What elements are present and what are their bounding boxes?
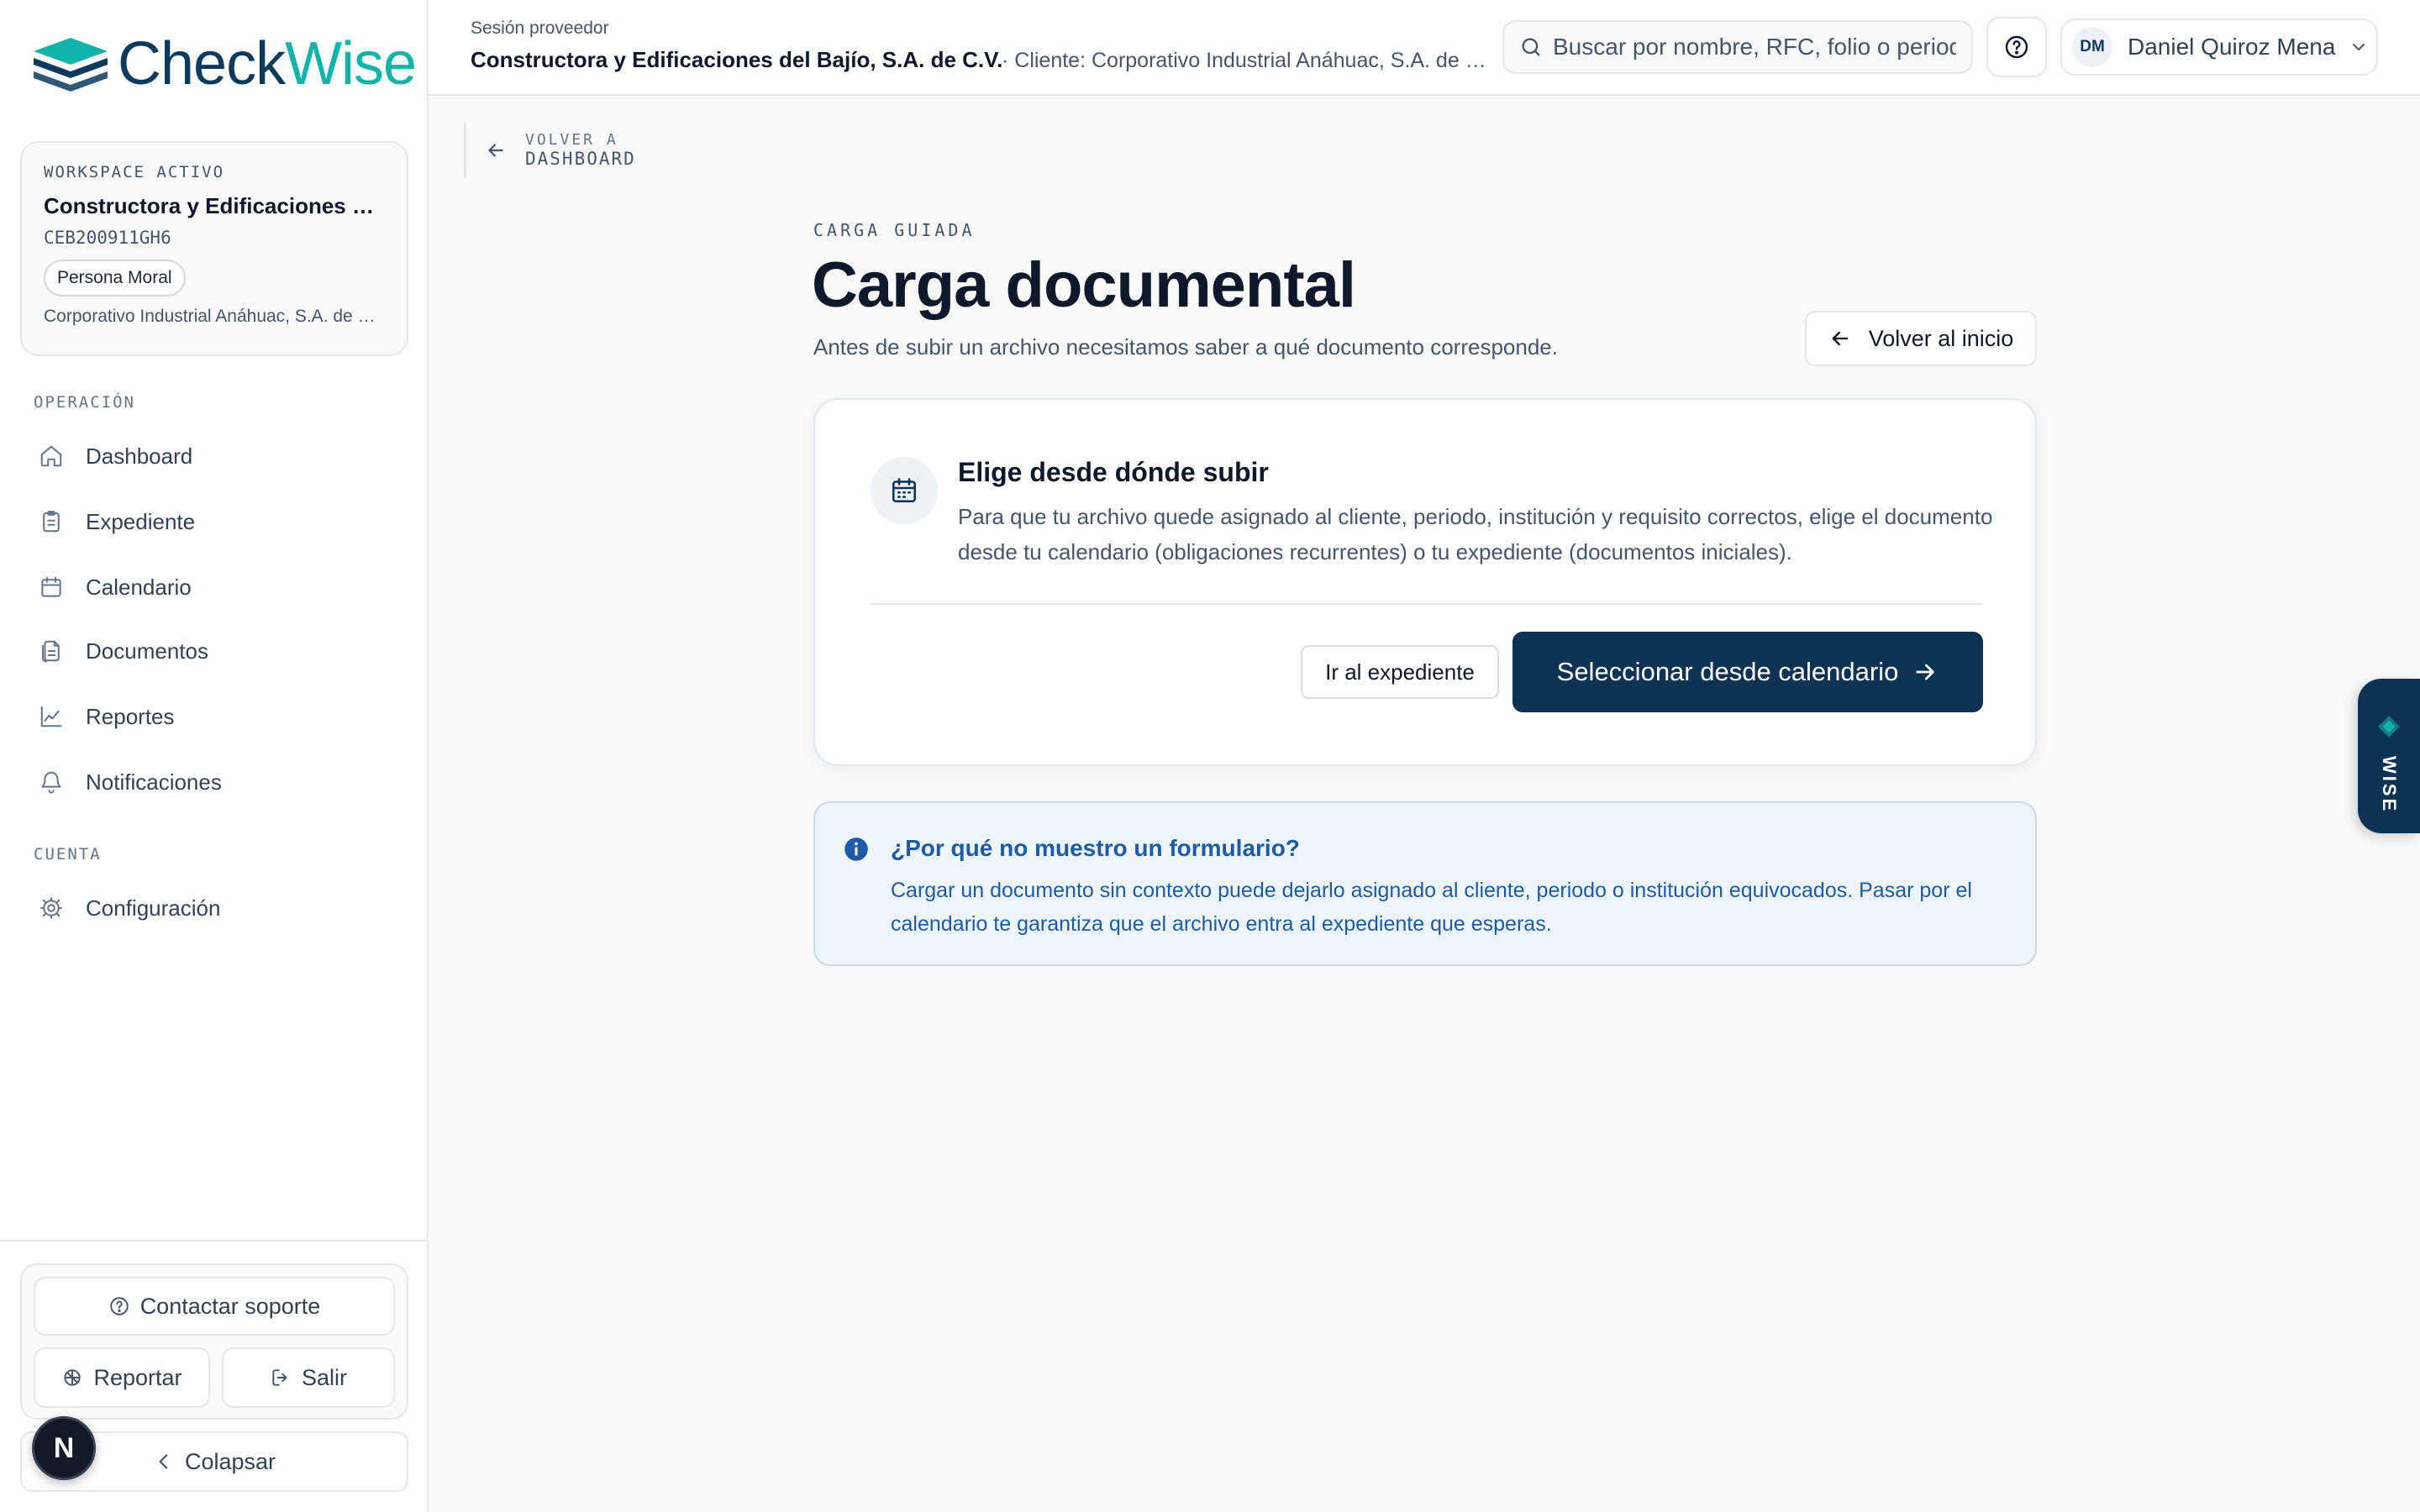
clipboard-icon xyxy=(43,511,60,533)
sidebar-item-label: Documentos xyxy=(86,638,208,664)
upload-source-card: Elige desde dónde subir Para que tu arch… xyxy=(813,398,2037,766)
home-icon xyxy=(40,445,62,467)
sidebar-item-dashboard[interactable]: Dashboard xyxy=(20,428,408,484)
sidebar-item-label: Dashboard xyxy=(86,443,193,469)
logout-button[interactable]: Salir xyxy=(222,1347,395,1408)
info-text: Cargar un documento sin contexto puede d… xyxy=(891,879,1972,936)
avatar: DM xyxy=(2072,27,2112,67)
sidebar-item-configuracion[interactable]: Configuración xyxy=(20,880,408,936)
arrow-right-icon xyxy=(1916,664,1935,680)
wise-logo-icon xyxy=(2378,716,2400,738)
bell-icon xyxy=(41,771,61,794)
session-client: · Cliente: Corporativo Industrial Anáhua… xyxy=(1002,49,1489,72)
bug-icon xyxy=(64,1369,82,1386)
card-icon-wrapper xyxy=(871,457,938,524)
contact-support-button[interactable]: Contactar soporte xyxy=(34,1277,395,1336)
sidebar-item-label: Calendario xyxy=(86,574,192,600)
info-icon xyxy=(844,837,868,861)
sidebar-item-documentos[interactable]: Documentos xyxy=(20,623,408,679)
contact-support-label: Contactar soporte xyxy=(139,1293,321,1319)
sidebar-item-label: Expediente xyxy=(86,508,196,534)
page-title: Carga documental xyxy=(812,249,1356,321)
user-name: Daniel Quiroz Mena xyxy=(2128,34,2336,60)
logout-label: Salir xyxy=(301,1364,347,1390)
info-callout: ¿Por qué no muestro un formulario? Carga… xyxy=(813,801,2037,966)
chart-icon xyxy=(40,706,62,727)
brand-name-b: Wise xyxy=(285,30,417,97)
select-from-calendar-button[interactable]: Seleccionar desde calendario xyxy=(1512,632,1983,712)
workspace-type-badge: Persona Moral xyxy=(44,260,186,297)
global-search[interactable] xyxy=(1502,20,1973,74)
help-circle-icon xyxy=(109,1297,129,1315)
calendar-icon xyxy=(892,478,917,503)
workspace-card[interactable]: WORKSPACE ACTIVO Constructora y Edificac… xyxy=(20,141,408,356)
documents-icon xyxy=(42,640,60,663)
workspace-label: WORKSPACE ACTIVO xyxy=(44,163,225,181)
gear-icon xyxy=(40,897,62,919)
go-to-expediente-button[interactable]: Ir al expediente xyxy=(1301,645,1499,699)
wise-assistant-tab[interactable]: WISE xyxy=(2358,679,2420,833)
workspace-rfc: CEB200911GH6 xyxy=(44,228,171,248)
sidebar-item-label: Reportes xyxy=(86,703,175,729)
select-from-calendar-label: Seleccionar desde calendario xyxy=(1556,657,1899,686)
sidebar-item-calendario[interactable]: Calendario xyxy=(20,559,408,615)
collapse-label: Colapsar xyxy=(184,1448,276,1474)
sidebar-item-label: Configuración xyxy=(86,895,221,921)
card-description: Para que tu archivo quede asignado al cl… xyxy=(958,504,1993,564)
brand-name: CheckWise xyxy=(118,34,417,94)
calendar-icon xyxy=(41,576,61,597)
back-link-line2: DASHBOARD xyxy=(525,149,636,170)
help-button[interactable] xyxy=(1986,17,2047,77)
arrow-left-icon xyxy=(488,144,503,157)
logo-stack-icon xyxy=(34,38,108,92)
session-company: Constructora y Edificaciones del Bajío, … xyxy=(471,47,1003,72)
card-title: Elige desde dónde subir xyxy=(958,457,1269,487)
top-header: Sesión proveedor Constructora y Edificac… xyxy=(429,0,2420,96)
chevron-down-icon xyxy=(2353,44,2365,50)
search-input[interactable] xyxy=(1553,34,1956,60)
help-circle-icon xyxy=(2005,35,2028,59)
workspace-name: Constructora y Edificaciones del Bajío, … xyxy=(44,193,385,218)
report-label: Reportar xyxy=(93,1364,182,1390)
back-to-home-label: Volver al inicio xyxy=(1868,325,2014,351)
sidebar-item-expediente[interactable]: Expediente xyxy=(20,494,408,549)
page-subtitle: Antes de subir un archivo necesitamos sa… xyxy=(813,334,1558,360)
sidebar: CheckWise WORKSPACE ACTIVO Constructora … xyxy=(0,0,429,1512)
sidebar-item-notificaciones[interactable]: Notificaciones xyxy=(20,754,408,810)
support-box: Contactar soporte Reportar Salir xyxy=(20,1263,408,1420)
user-menu-button[interactable]: DM Daniel Quiroz Mena xyxy=(2060,18,2378,76)
info-title: ¿Por qué no muestro un formulario? xyxy=(891,835,1300,861)
logout-icon xyxy=(272,1369,287,1386)
page-kicker: CARGA GUIADA xyxy=(813,220,976,240)
section-label-cuenta: CUENTA xyxy=(34,845,102,864)
sidebar-item-reportes[interactable]: Reportes xyxy=(20,689,408,744)
brand-logo[interactable]: CheckWise xyxy=(32,34,417,94)
back-to-dashboard-link[interactable]: VOLVER A DASHBOARD xyxy=(464,123,636,178)
sidebar-item-label: Notificaciones xyxy=(86,769,222,795)
arrow-left-icon xyxy=(1832,331,1849,346)
back-link-line1: VOLVER A xyxy=(525,130,618,149)
search-icon xyxy=(1522,38,1540,56)
brand-name-a: Check xyxy=(118,30,286,97)
report-button[interactable]: Reportar xyxy=(34,1347,210,1408)
wise-tab-label: WISE xyxy=(2379,756,2400,814)
section-label-operacion: OPERACIÓN xyxy=(34,393,135,412)
session-label: Sesión proveedor xyxy=(471,18,609,38)
workspace-client: Corporativo Industrial Anáhuac, S.A. de … xyxy=(44,307,385,326)
dev-tools-badge[interactable]: N xyxy=(32,1416,96,1480)
card-divider xyxy=(871,603,1983,605)
chevron-left-icon xyxy=(159,1454,168,1469)
back-to-home-button[interactable]: Volver al inicio xyxy=(1805,311,2037,366)
